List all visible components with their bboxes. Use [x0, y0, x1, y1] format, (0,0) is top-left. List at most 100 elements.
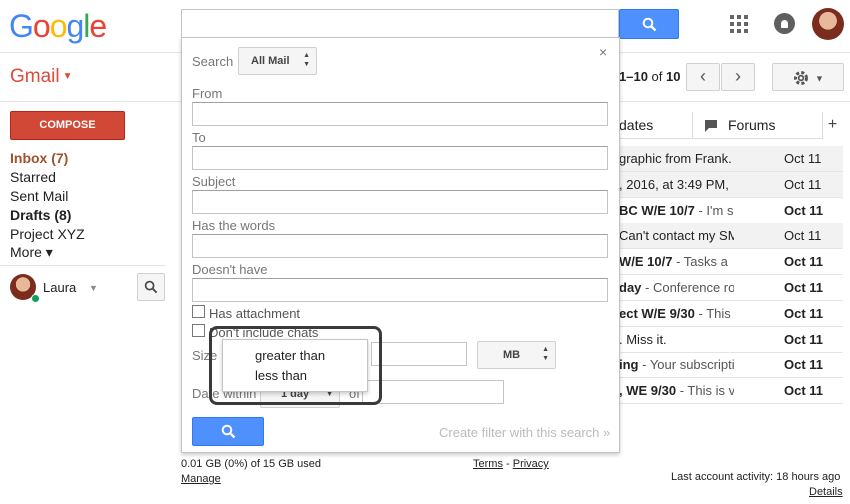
terms-link[interactable]: Terms — [473, 458, 503, 470]
tab-forums[interactable]: Forums — [693, 112, 822, 139]
message-subject: W/E 10/7 — [619, 254, 673, 269]
message-row[interactable]: ect W/E 9/30 - This Oct 11 — [619, 301, 843, 327]
newer-button[interactable]: › — [721, 63, 755, 91]
settings-button[interactable]: ▼ — [772, 63, 844, 91]
search-scope-select[interactable]: All Mail ▲ ▼ — [238, 47, 317, 75]
hangouts-user-name[interactable]: Laura — [43, 280, 76, 295]
to-label: To — [192, 130, 206, 145]
message-preview: , 2016, at 3:49 PM, — [619, 177, 729, 192]
sidebar-item-sent[interactable]: Sent Mail — [10, 188, 68, 204]
size-unit-select[interactable]: MB ▲ ▼ — [477, 341, 556, 369]
create-filter-link[interactable]: Create filter with this search » — [439, 425, 610, 440]
message-snippet: graphic from Frank. C — [619, 151, 734, 166]
gmail-menu[interactable]: Gmail ▼ — [10, 66, 73, 88]
account-avatar[interactable] — [812, 8, 844, 40]
sidebar-item-drafts[interactable]: Drafts (8) — [10, 207, 71, 223]
details-link[interactable]: Details — [809, 486, 843, 498]
sidebar-item-project-xyz[interactable]: Project XYZ — [10, 226, 85, 242]
older-button[interactable]: ‹ — [686, 63, 720, 91]
message-date: Oct 11 — [784, 254, 824, 269]
compose-button[interactable]: COMPOSE — [10, 111, 125, 140]
chevron-down-icon: ▼ — [815, 73, 824, 84]
online-status-icon — [31, 294, 40, 303]
search-button[interactable] — [619, 9, 679, 39]
chevron-left-icon: ‹ — [700, 66, 706, 86]
pager-text: 1–10 of 10 — [619, 69, 680, 84]
menu-item-less-than[interactable]: less than — [255, 368, 307, 383]
message-snippet: , WE 9/30 - This is v — [619, 383, 734, 398]
sidebar-item-starred[interactable]: Starred — [10, 169, 56, 185]
footer-links: Terms - Privacy — [473, 458, 549, 470]
search-icon — [221, 424, 235, 439]
dont-include-chats-checkbox[interactable] — [192, 324, 205, 337]
message-row[interactable]: , WE 9/30 - This is v Oct 11 — [619, 378, 843, 404]
message-preview: - This — [694, 306, 731, 321]
search-input[interactable] — [181, 9, 619, 39]
tab-updates[interactable]: dates — [619, 112, 692, 139]
message-preview: . Miss it. — [619, 332, 667, 347]
logo-letter: G — [9, 8, 34, 44]
message-date: Oct 11 — [784, 228, 822, 243]
message-snippet: W/E 10/7 - Tasks a — [619, 254, 734, 269]
notifications-icon[interactable] — [774, 13, 795, 34]
sidebar-item-more[interactable]: More ▾ — [10, 244, 53, 261]
size-field[interactable] — [371, 342, 467, 366]
message-preview: - Your subscripti — [638, 357, 734, 372]
message-row[interactable]: day - Conference ro Oct 11 — [619, 275, 843, 301]
subject-field[interactable] — [192, 190, 608, 214]
message-row[interactable]: . Miss it. Oct 11 — [619, 327, 843, 353]
tab-label: dates — [619, 117, 654, 133]
message-subject: day — [619, 280, 642, 295]
privacy-link[interactable]: Privacy — [513, 458, 549, 470]
add-tab-button[interactable]: + — [822, 112, 842, 139]
gmail-window: Google Gmail ▼ 1–10 of 10 ‹ › ▼ COMPOSE I… — [0, 0, 850, 504]
message-subject: BC W/E 10/7 — [619, 203, 695, 218]
gear-icon — [794, 71, 809, 86]
manage-storage-link[interactable]: Manage — [181, 473, 221, 485]
message-row[interactable]: ing - Your subscripti Oct 11 — [619, 352, 843, 378]
logo-letter: e — [89, 8, 107, 44]
storage-usage: 0.01 GB (0%) of 15 GB used — [181, 458, 322, 470]
menu-item-greater-than[interactable]: greater than — [255, 348, 325, 363]
message-row[interactable]: BC W/E 10/7 - I'm s Oct 11 — [619, 198, 843, 224]
last-activity-text: Last account activity: 18 hours ago — [671, 471, 841, 483]
message-snippet: ing - Your subscripti — [619, 357, 734, 372]
select-arrows-icon: ▲ ▼ — [303, 52, 310, 68]
doesnt-have-field[interactable] — [192, 278, 608, 302]
tab-label: Forums — [728, 117, 776, 133]
sidebar-item-inbox[interactable]: Inbox (7) — [10, 150, 68, 166]
message-date: Oct 11 — [784, 383, 824, 398]
sidebar-divider — [0, 265, 166, 266]
message-row[interactable]: graphic from Frank. C Oct 11 — [619, 146, 843, 172]
date-field[interactable] — [362, 380, 504, 404]
message-date: Oct 11 — [784, 177, 822, 192]
advanced-search-button[interactable] — [192, 417, 264, 446]
subject-label: Subject — [192, 174, 236, 189]
message-date: Oct 11 — [784, 280, 824, 295]
hangouts-search-button[interactable] — [137, 273, 165, 301]
message-snippet: . Miss it. — [619, 332, 734, 347]
message-row[interactable]: , 2016, at 3:49 PM, Oct 11 — [619, 172, 843, 198]
message-date: Oct 11 — [784, 306, 824, 321]
logo-letter: o — [32, 8, 51, 44]
apps-grid-icon[interactable] — [730, 15, 748, 33]
chevron-down-icon[interactable]: ▼ — [89, 283, 98, 293]
message-row[interactable]: W/E 10/7 - Tasks a Oct 11 — [619, 249, 843, 275]
has-attachment-checkbox[interactable] — [192, 305, 205, 318]
size-operator-menu: greater than less than — [222, 339, 368, 392]
pager-of: of — [651, 69, 663, 84]
to-field[interactable] — [192, 146, 608, 170]
message-preview: - Conference ro — [641, 280, 734, 295]
chevron-right-icon: › — [735, 66, 741, 86]
has-words-field[interactable] — [192, 234, 608, 258]
from-field[interactable] — [192, 102, 608, 126]
message-snippet: Can't contact my SM — [619, 228, 734, 243]
message-subject: ing — [619, 357, 639, 372]
message-date: Oct 11 — [784, 203, 824, 218]
message-preview: Can't contact my SM — [619, 228, 734, 243]
google-logo[interactable]: Google — [9, 8, 107, 45]
close-icon[interactable]: × — [599, 44, 607, 60]
chevron-down-icon: ▼ — [62, 71, 73, 83]
message-snippet: , 2016, at 3:49 PM, — [619, 177, 734, 192]
message-row[interactable]: Can't contact my SM Oct 11 — [619, 223, 843, 249]
